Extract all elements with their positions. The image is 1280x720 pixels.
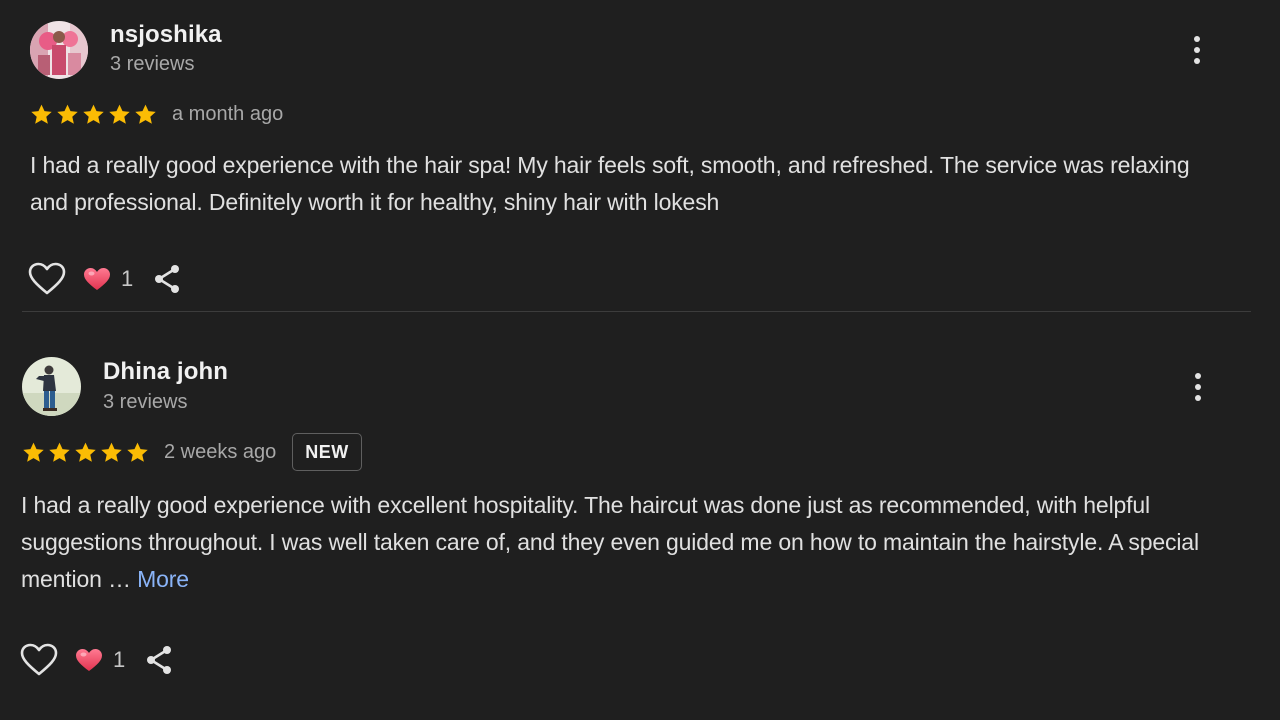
review-actions: 1	[27, 259, 187, 299]
heart-outline-icon	[28, 262, 66, 295]
share-button[interactable]	[147, 259, 187, 299]
more-options-button[interactable]	[1185, 30, 1209, 70]
star-icon	[23, 442, 44, 462]
more-options-button[interactable]	[1186, 367, 1210, 407]
review-time: a month ago	[172, 102, 284, 125]
star-icon	[109, 104, 130, 124]
reaction-summary[interactable]: 1	[75, 647, 125, 673]
more-vertical-icon-dot	[1195, 384, 1201, 390]
star-icon	[57, 104, 78, 124]
star-icon	[135, 104, 156, 124]
review-actions: 1	[19, 640, 179, 680]
star-icon	[75, 442, 96, 462]
review-time: 2 weeks ago	[164, 440, 277, 463]
star-icon	[49, 442, 70, 462]
review-text-body: I had a really good experience with exce…	[21, 492, 1199, 592]
heart-filled-icon	[76, 648, 102, 671]
review-text: I had a really good experience with exce…	[21, 487, 1211, 598]
review-text-body: I had a really good experience with the …	[30, 152, 1190, 215]
author-name[interactable]: Dhina john	[103, 358, 228, 386]
more-link[interactable]: More	[137, 566, 189, 592]
heart-outline-icon	[20, 643, 58, 676]
new-badge: NEW	[292, 433, 362, 471]
review-text: I had a really good experience with the …	[30, 147, 1220, 221]
rating-row: 2 weeks ago NEW	[21, 433, 362, 471]
more-vertical-icon-dot	[1194, 58, 1200, 64]
like-button[interactable]	[27, 259, 67, 299]
avatar[interactable]	[22, 357, 81, 416]
reaction-count: 1	[121, 266, 134, 291]
star-icon	[127, 442, 148, 462]
author-review-count[interactable]: 3 reviews	[103, 391, 187, 414]
author-name[interactable]: nsjoshika	[110, 21, 222, 49]
share-icon	[155, 265, 180, 293]
review-divider	[22, 311, 1251, 312]
author-review-count[interactable]: 3 reviews	[110, 53, 194, 76]
star-icon	[101, 442, 122, 462]
avatar[interactable]	[30, 21, 88, 79]
reaction-count: 1	[113, 647, 126, 672]
share-button[interactable]	[139, 640, 179, 680]
reaction-summary[interactable]: 1	[83, 266, 133, 292]
review-card: Dhina john 3 reviews 2 weeks ago NEW I h…	[0, 313, 1280, 720]
star-rating	[29, 102, 158, 127]
share-icon	[147, 646, 172, 674]
star-rating	[21, 440, 150, 465]
more-vertical-icon	[1194, 36, 1200, 42]
review-card: nsjoshika 3 reviews a month ago I had a …	[0, 0, 1280, 312]
star-icon	[31, 104, 52, 124]
more-vertical-icon-dot	[1195, 395, 1201, 401]
more-vertical-icon-dot	[1194, 47, 1200, 53]
rating-row: a month ago	[29, 99, 283, 129]
star-icon	[83, 104, 104, 124]
like-button[interactable]	[19, 640, 59, 680]
heart-filled-icon	[84, 267, 110, 290]
more-vertical-icon	[1195, 373, 1201, 379]
